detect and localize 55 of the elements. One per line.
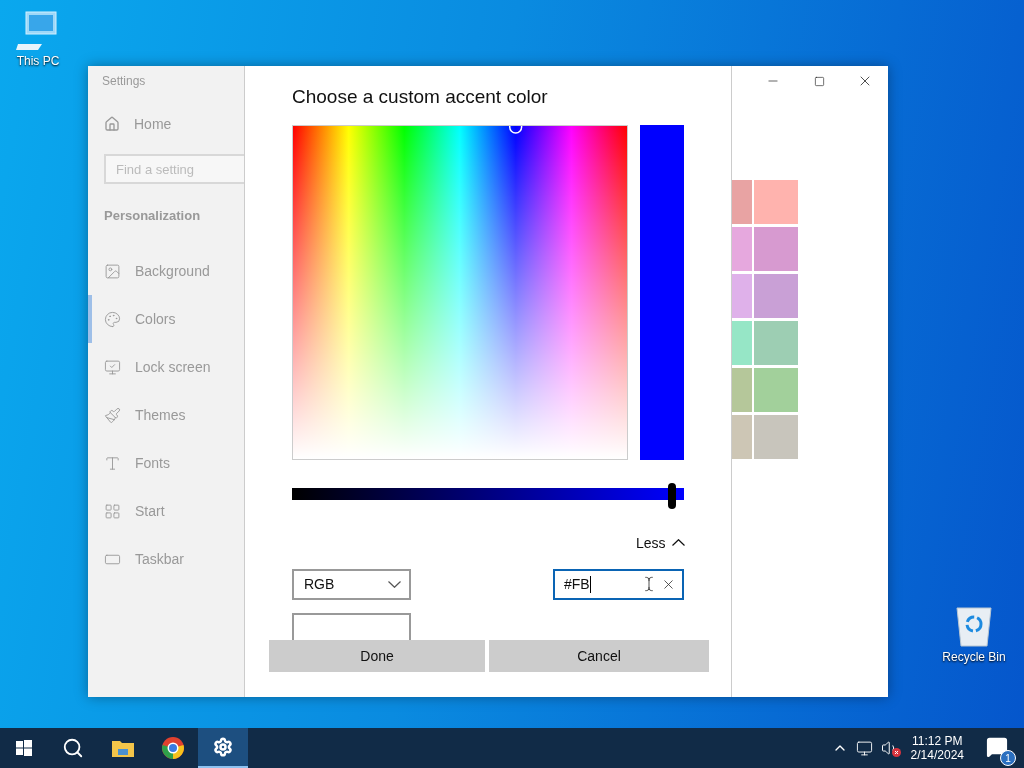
start-icon[interactable] <box>16 740 32 756</box>
house-icon <box>104 116 120 132</box>
color-swatch[interactable] <box>732 415 752 459</box>
type-icon <box>104 454 121 472</box>
section-heading: Personalization <box>104 208 202 223</box>
computer-icon <box>16 10 60 52</box>
paintbrush-icon <box>104 406 121 424</box>
nav-item[interactable]: Themes <box>88 391 244 439</box>
volume-icon[interactable] <box>880 739 899 757</box>
image-icon <box>104 262 121 280</box>
nav-item[interactable]: Background <box>88 247 244 295</box>
settings-icon[interactable] <box>213 737 233 757</box>
chevron-icon <box>388 580 401 588</box>
color-swatch[interactable] <box>732 227 752 271</box>
less-toggle[interactable]: Less <box>636 534 685 551</box>
color-swatch[interactable] <box>732 274 752 318</box>
chevron-up-icon <box>671 539 685 547</box>
maximize-icon <box>813 75 825 87</box>
taskbar-button[interactable] <box>198 728 248 768</box>
folder-icon[interactable] <box>112 739 134 757</box>
color-swatch[interactable] <box>754 180 798 224</box>
color-swatch[interactable] <box>754 368 798 412</box>
color-swatch[interactable] <box>754 321 798 365</box>
color-swatch[interactable] <box>754 415 798 459</box>
done-button[interactable]: Done <box>269 640 485 672</box>
clock-time[interactable]: 11:12 PM <box>912 734 963 748</box>
nav-item[interactable]: Lock screen <box>88 343 244 391</box>
notification-badge: 1 <box>1000 750 1016 766</box>
nav-item[interactable]: Home <box>88 100 244 148</box>
mode-dropdown[interactable]: RGB <box>292 568 411 600</box>
color-swatch[interactable] <box>732 368 752 412</box>
window-title: Settings <box>102 74 147 90</box>
desktop-icon-label[interactable]: Recycle Bin <box>942 650 1006 664</box>
color-spectrum[interactable] <box>292 125 628 461</box>
color-swatch[interactable] <box>754 227 798 271</box>
browser-icon[interactable] <box>161 736 185 760</box>
hex-field[interactable]: #FB <box>553 568 684 600</box>
color-swatch[interactable] <box>754 274 798 318</box>
palette-icon <box>104 310 121 328</box>
network-icon[interactable] <box>855 739 873 757</box>
nav-item[interactable]: Fonts <box>88 439 244 487</box>
cancel-button[interactable]: Cancel <box>489 640 709 672</box>
search-field[interactable]: Find a setting <box>104 154 244 184</box>
clock-date[interactable]: 2/14/2024 <box>910 748 964 762</box>
monitor-icon <box>104 358 121 376</box>
notification-icon[interactable] <box>986 736 1008 758</box>
grid-icon <box>104 502 121 520</box>
search-icon[interactable] <box>62 737 84 759</box>
nav-item[interactable]: Taskbar <box>88 535 244 583</box>
dialog-title: Choose a custom accent color <box>292 86 549 109</box>
slider-thumb[interactable] <box>668 483 677 510</box>
nav-item[interactable]: Start <box>88 487 244 535</box>
color-swatch[interactable] <box>732 321 752 365</box>
desktop-icon-label[interactable]: This PC <box>16 54 60 68</box>
color-swatch[interactable] <box>732 180 752 224</box>
